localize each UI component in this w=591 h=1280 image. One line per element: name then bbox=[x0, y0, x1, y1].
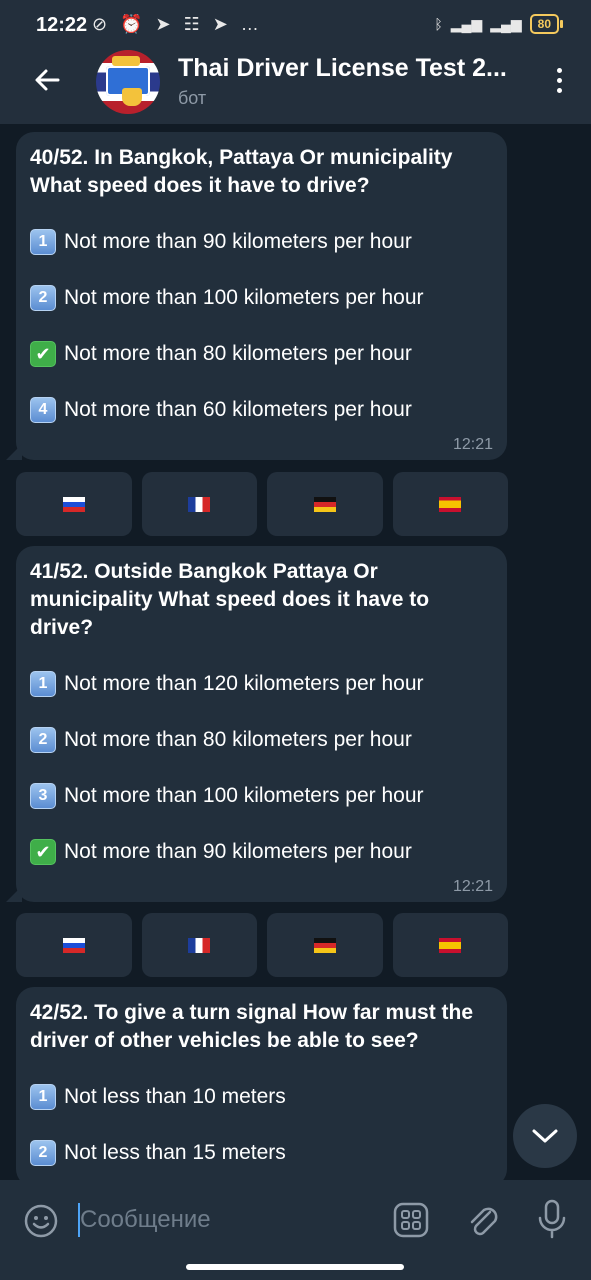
answer-option: 4 Not more than 60 kilometers per hour bbox=[30, 396, 491, 424]
keycap-2-icon: 2 bbox=[30, 727, 56, 753]
keycap-3-icon: 3 bbox=[30, 783, 56, 809]
answer-option: 3 Not more than 100 kilometers per hour bbox=[30, 782, 491, 810]
answer-option: 1 Not more than 90 kilometers per hour bbox=[30, 228, 491, 256]
keycap-1-icon: 1 bbox=[30, 229, 56, 255]
option-text: Not more than 80 kilometers per hour bbox=[64, 728, 412, 751]
attach-icon[interactable] bbox=[464, 1200, 500, 1240]
germany-flag-icon bbox=[313, 497, 336, 512]
keycap-1-icon: 1 bbox=[30, 671, 56, 697]
back-arrow-icon[interactable] bbox=[28, 60, 68, 100]
message-time: 12:21 bbox=[452, 436, 493, 453]
spain-flag-icon bbox=[439, 938, 462, 953]
status-time: 12:22 bbox=[36, 14, 88, 36]
message-bubble: 41/52. Outside Bangkok Pattaya Or munici… bbox=[16, 546, 507, 902]
chat-header: Thai Driver License Test 2... бот bbox=[0, 40, 591, 124]
answer-option-correct: ✔ Not more than 80 kilometers per hour bbox=[30, 340, 491, 368]
keycap-1-icon: 1 bbox=[30, 1084, 56, 1110]
russia-flag-icon bbox=[62, 938, 85, 953]
question-text: 40/52. In Bangkok, Pattaya Or municipali… bbox=[30, 146, 453, 197]
signal-icon-2: ▂▄▆ bbox=[490, 15, 522, 32]
option-text: Not less than 15 meters bbox=[64, 1141, 286, 1164]
language-button-de[interactable] bbox=[267, 913, 383, 977]
spain-flag-icon bbox=[439, 497, 462, 512]
language-button-es[interactable] bbox=[392, 913, 508, 977]
language-button-ru[interactable] bbox=[16, 913, 132, 977]
hand-graphic bbox=[122, 88, 142, 106]
keycap-2-icon: 2 bbox=[30, 285, 56, 311]
question-text: 41/52. Outside Bangkok Pattaya Or munici… bbox=[30, 560, 430, 639]
home-indicator bbox=[186, 1264, 404, 1270]
chat-title[interactable]: Thai Driver License Test 2... bbox=[178, 54, 507, 83]
france-flag-icon bbox=[188, 938, 211, 953]
bluetooth-icon: ᛒ bbox=[434, 16, 443, 32]
france-flag-icon bbox=[188, 497, 211, 512]
inline-keyboard bbox=[16, 472, 508, 536]
answer-option: 2 Not more than 100 kilometers per hour bbox=[30, 284, 491, 312]
message-time: 12:21 bbox=[452, 878, 493, 895]
microphone-icon[interactable] bbox=[534, 1198, 570, 1240]
language-button-de[interactable] bbox=[267, 472, 383, 536]
answer-option: 1 Not more than 120 kilometers per hour bbox=[30, 670, 491, 698]
option-text: Not less than 10 meters bbox=[64, 1085, 286, 1108]
emoji-icon[interactable] bbox=[24, 1204, 58, 1238]
keycap-2-icon: 2 bbox=[30, 1140, 56, 1166]
question-text: 42/52. To give a turn signal How far mus… bbox=[30, 1001, 474, 1052]
message-bubble: 42/52. To give a turn signal How far mus… bbox=[16, 987, 507, 1187]
language-button-es[interactable] bbox=[392, 472, 508, 536]
inline-keyboard bbox=[16, 913, 508, 977]
language-button-fr[interactable] bbox=[141, 472, 257, 536]
russia-flag-icon bbox=[62, 497, 85, 512]
check-mark-icon: ✔ bbox=[30, 341, 56, 367]
language-button-fr[interactable] bbox=[141, 913, 257, 977]
notification-icons: ⊘ ⏰ ➤ ☷ ➤ … bbox=[92, 14, 263, 34]
answer-option-correct: ✔ Not more than 90 kilometers per hour bbox=[30, 838, 491, 866]
signal-icon: ▂▄▆ bbox=[450, 15, 483, 32]
check-mark-icon: ✔ bbox=[30, 839, 56, 865]
more-options-icon[interactable] bbox=[555, 68, 563, 96]
answer-option: 2 Not less than 15 meters bbox=[30, 1139, 491, 1167]
message-input[interactable]: Сообщение bbox=[80, 1206, 211, 1234]
chip-graphic bbox=[112, 56, 140, 66]
option-text: Not more than 80 kilometers per hour bbox=[64, 342, 412, 365]
system-icons: ᛒ ▂▄▆ ▂▄▆ 80 bbox=[434, 14, 564, 34]
option-text: Not more than 100 kilometers per hour bbox=[64, 784, 424, 807]
chevron-down-icon bbox=[532, 1129, 558, 1143]
answer-option: 1 Not less than 10 meters bbox=[30, 1083, 491, 1111]
option-text: Not more than 120 kilometers per hour bbox=[64, 672, 424, 695]
germany-flag-icon bbox=[313, 938, 336, 953]
bubble-tail bbox=[6, 886, 22, 902]
battery-icon: 80 bbox=[529, 14, 564, 34]
language-button-ru[interactable] bbox=[16, 472, 132, 536]
option-text: Not more than 100 kilometers per hour bbox=[64, 286, 424, 309]
scroll-down-button[interactable] bbox=[513, 1104, 577, 1168]
bot-avatar[interactable] bbox=[96, 50, 160, 114]
answer-option: 2 Not more than 80 kilometers per hour bbox=[30, 726, 491, 754]
option-text: Not more than 90 kilometers per hour bbox=[64, 840, 412, 863]
message-bubble: 40/52. In Bangkok, Pattaya Or municipali… bbox=[16, 132, 507, 460]
chat-subtitle: бот bbox=[178, 88, 207, 108]
bot-commands-icon[interactable] bbox=[393, 1202, 429, 1238]
keycap-4-icon: 4 bbox=[30, 397, 56, 423]
option-text: Not more than 90 kilometers per hour bbox=[64, 230, 412, 253]
option-text: Not more than 60 kilometers per hour bbox=[64, 398, 412, 421]
